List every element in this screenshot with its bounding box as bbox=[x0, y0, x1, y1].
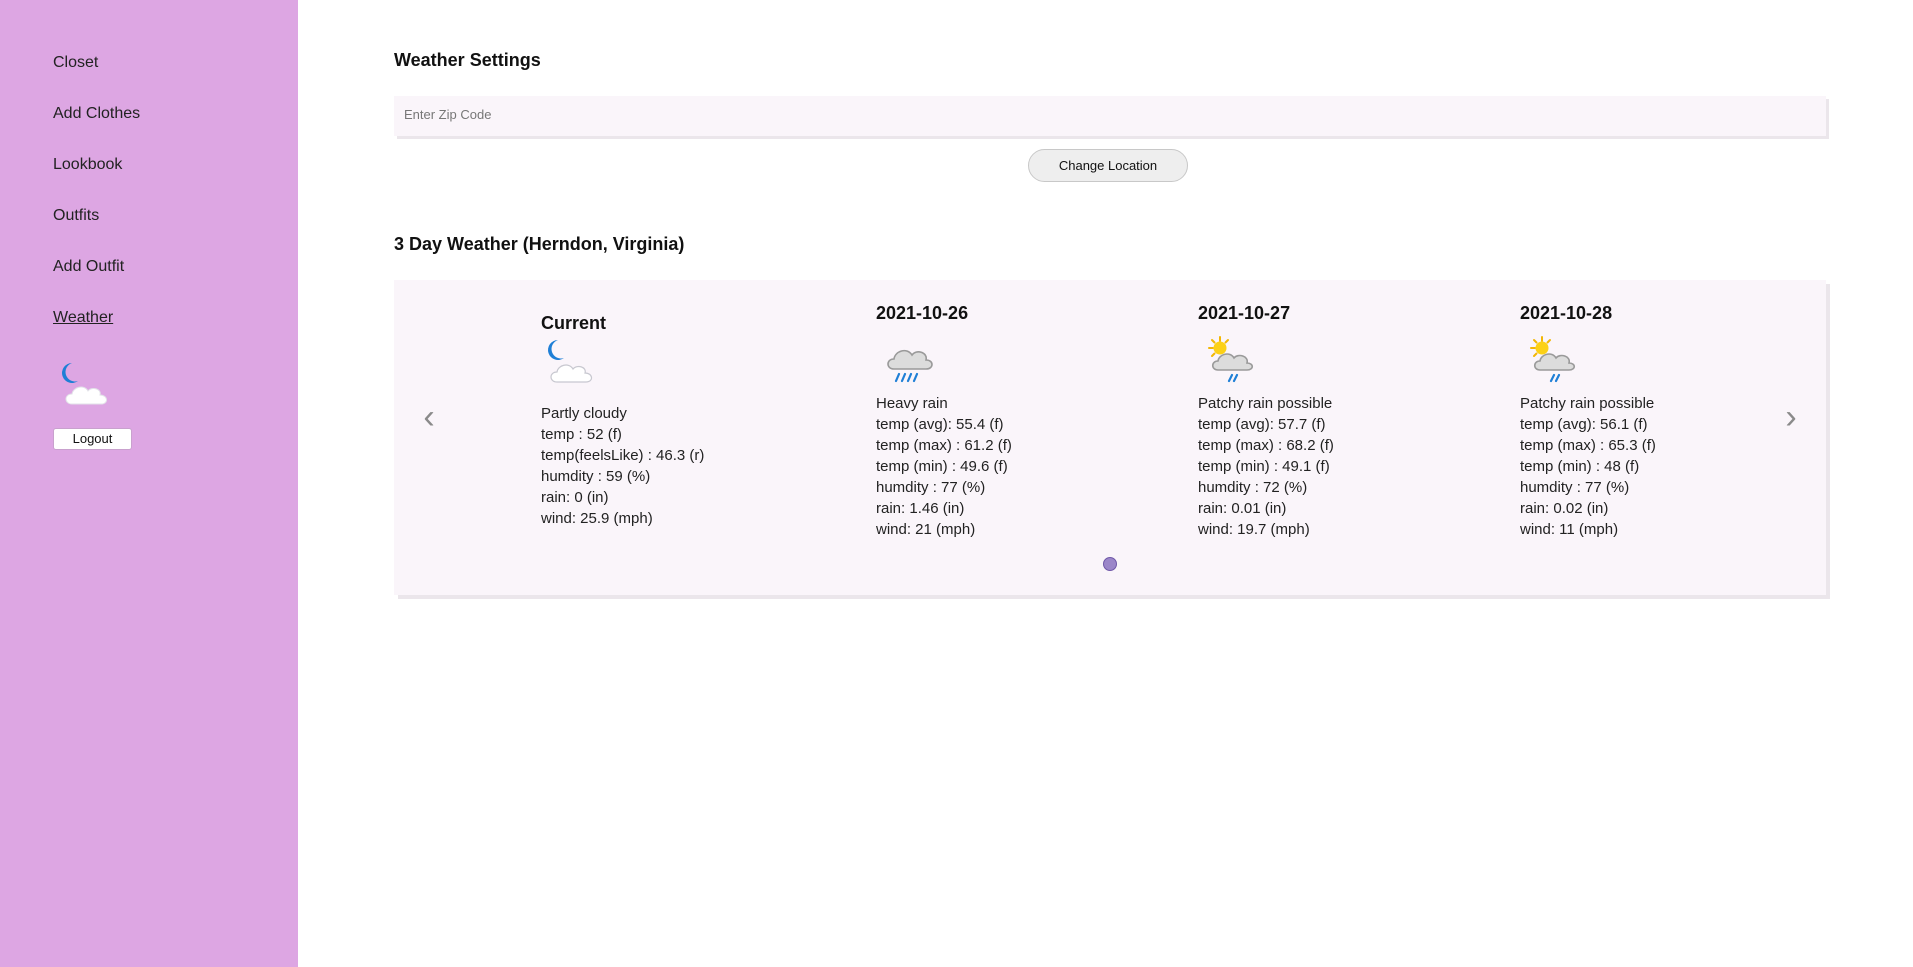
logout-button[interactable]: Logout bbox=[53, 428, 132, 450]
forecast-temp-avg: temp (avg): 57.7 (f) bbox=[1198, 416, 1326, 433]
sidebar-item-add-clothes[interactable]: Add Clothes bbox=[53, 105, 140, 123]
sidebar: Closet Add Clothes Lookbook Outfits Add … bbox=[0, 0, 298, 967]
forecast-condition: Patchy rain possible bbox=[1198, 395, 1333, 412]
current-humidity: humdity : 59 (%) bbox=[541, 468, 651, 485]
carousel-next-arrow[interactable]: › bbox=[1776, 398, 1806, 437]
sidebar-item-lookbook[interactable]: Lookbook bbox=[53, 156, 122, 174]
forecast-humidity: humdity : 77 (%) bbox=[876, 479, 986, 496]
forecast-title: 3 Day Weather (Herndon, Virginia) bbox=[394, 234, 685, 254]
forecast-date: 2021-10-26 bbox=[876, 303, 969, 323]
current-details: Partly cloudy temp : 52 (f) temp(feelsLi… bbox=[541, 403, 704, 529]
weather-settings-title: Weather Settings bbox=[394, 50, 541, 70]
forecast-details: Patchy rain possible temp (avg): 57.7 (f… bbox=[1198, 393, 1334, 540]
forecast-rain: rain: 1.46 (in) bbox=[876, 500, 965, 517]
current-wind: wind: 25.9 (mph) bbox=[541, 510, 653, 527]
forecast-temp-avg: temp (avg): 56.1 (f) bbox=[1520, 416, 1648, 433]
night-partly-cloudy-icon bbox=[62, 363, 107, 405]
zip-field-container bbox=[394, 96, 1826, 136]
sidebar-item-weather[interactable]: Weather bbox=[53, 309, 113, 327]
forecast-details: Patchy rain possible temp (avg): 56.1 (f… bbox=[1520, 393, 1656, 540]
sidebar-item-closet[interactable]: Closet bbox=[53, 54, 98, 72]
patchy-rain-sun-icon bbox=[1530, 336, 1576, 383]
forecast-wind: wind: 19.7 (mph) bbox=[1198, 521, 1310, 538]
night-partly-cloudy-icon bbox=[548, 340, 593, 383]
heavy-rain-icon bbox=[887, 349, 933, 383]
forecast-details: Heavy rain temp (avg): 55.4 (f) temp (ma… bbox=[876, 393, 1012, 540]
change-location-button[interactable]: Change Location bbox=[1028, 149, 1188, 182]
forecast-date: 2021-10-28 bbox=[1520, 303, 1613, 323]
current-rain: rain: 0 (in) bbox=[541, 489, 609, 506]
current-temp: temp : 52 (f) bbox=[541, 426, 622, 443]
forecast-temp-min: temp (min) : 48 (f) bbox=[1520, 458, 1640, 475]
main-content: Weather Settings Change Location 3 Day W… bbox=[298, 0, 1913, 967]
forecast-humidity: humdity : 77 (%) bbox=[1520, 479, 1630, 496]
forecast-rain: rain: 0.02 (in) bbox=[1520, 500, 1609, 517]
weather-carousel: ‹ Current Partly cloudy temp : 52 (f) te… bbox=[394, 280, 1826, 595]
forecast-humidity: humdity : 72 (%) bbox=[1198, 479, 1308, 496]
forecast-condition: Patchy rain possible bbox=[1520, 395, 1655, 412]
current-condition: Partly cloudy bbox=[541, 405, 627, 422]
carousel-prev-arrow[interactable]: ‹ bbox=[414, 398, 444, 437]
patchy-rain-sun-icon bbox=[1208, 336, 1254, 383]
current-title: Current bbox=[541, 313, 607, 333]
forecast-temp-max: temp (max) : 65.3 (f) bbox=[1520, 437, 1656, 454]
sidebar-item-add-outfit[interactable]: Add Outfit bbox=[53, 258, 124, 276]
zip-code-input[interactable] bbox=[394, 96, 1826, 132]
forecast-wind: wind: 11 (mph) bbox=[1520, 521, 1619, 538]
forecast-temp-max: temp (max) : 68.2 (f) bbox=[1198, 437, 1334, 454]
forecast-temp-min: temp (min) : 49.6 (f) bbox=[876, 458, 1008, 475]
forecast-temp-avg: temp (avg): 55.4 (f) bbox=[876, 416, 1004, 433]
sidebar-item-outfits[interactable]: Outfits bbox=[53, 207, 99, 225]
forecast-wind: wind: 21 (mph) bbox=[876, 521, 976, 538]
forecast-date: 2021-10-27 bbox=[1198, 303, 1291, 323]
carousel-page-indicator[interactable] bbox=[1103, 557, 1117, 571]
forecast-temp-min: temp (min) : 49.1 (f) bbox=[1198, 458, 1330, 475]
forecast-rain: rain: 0.01 (in) bbox=[1198, 500, 1287, 517]
forecast-condition: Heavy rain bbox=[876, 395, 948, 412]
current-feels-like: temp(feelsLike) : 46.3 (r) bbox=[541, 447, 705, 464]
forecast-temp-max: temp (max) : 61.2 (f) bbox=[876, 437, 1012, 454]
